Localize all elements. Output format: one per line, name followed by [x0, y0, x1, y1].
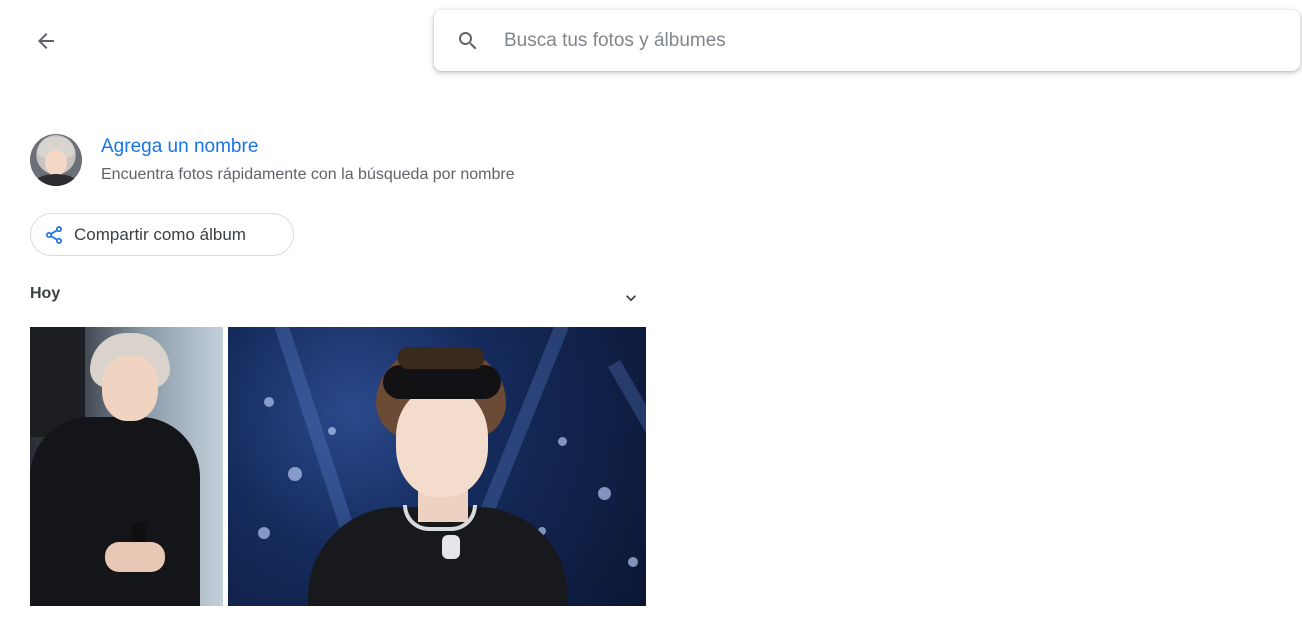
person-avatar[interactable]	[30, 134, 82, 186]
date-section-label: Hoy	[30, 285, 61, 302]
search-bar[interactable]	[434, 10, 1300, 71]
share-icon	[46, 225, 62, 244]
arrow-left-icon	[38, 33, 54, 49]
add-name-hint: Encuentra fotos rápidamente con la búsqu…	[101, 166, 515, 183]
search-icon[interactable]	[456, 29, 480, 53]
person-info: Agrega un nombre Encuentra fotos rápidam…	[101, 134, 515, 184]
chevron-down-icon	[626, 295, 636, 302]
share-as-album-label: Compartir como álbum	[74, 224, 246, 244]
share-as-album-button[interactable]: Compartir como álbum	[30, 213, 294, 256]
person-header: Agrega un nombre Encuentra fotos rápidam…	[30, 134, 515, 186]
back-button[interactable]	[26, 21, 66, 61]
photo-thumbnail[interactable]	[30, 327, 223, 606]
add-name-link[interactable]: Agrega un nombre	[101, 135, 515, 159]
search-input[interactable]	[504, 29, 1264, 52]
section-collapse-button[interactable]	[617, 284, 645, 312]
photo-thumbnail[interactable]	[228, 327, 646, 606]
